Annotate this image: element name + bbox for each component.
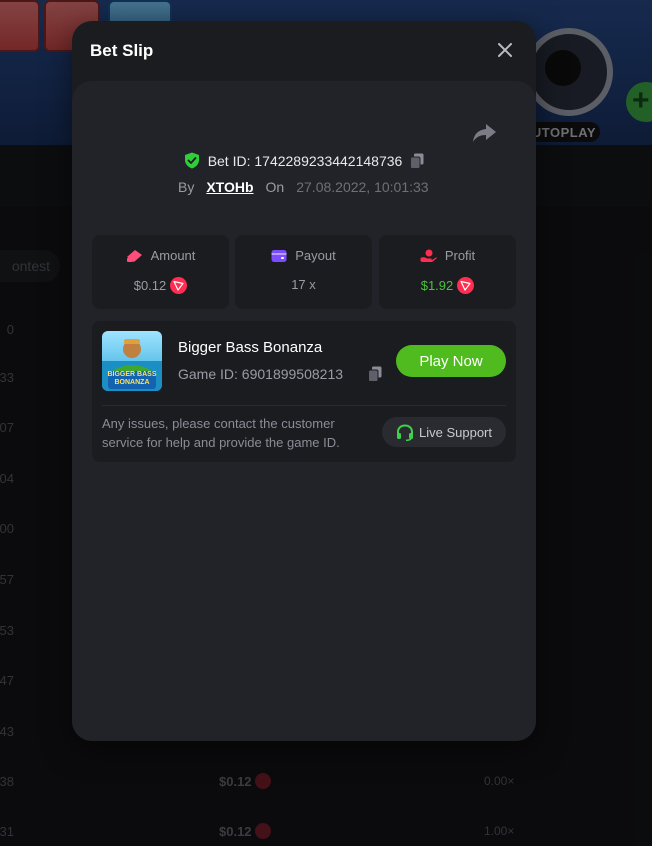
close-icon [498, 43, 512, 57]
game-name[interactable]: Bigger Bass Bonanza [178, 339, 322, 356]
game-card: BIGGER BASS BONANZA Bigger Bass Bonanza … [92, 321, 516, 462]
close-button[interactable] [494, 39, 516, 61]
support-message: Any issues, please contact the customer … [102, 416, 340, 450]
trx-coin-icon [457, 277, 475, 294]
game-thumbnail[interactable]: BIGGER BASS BONANZA [102, 331, 162, 391]
copy-game-id-button[interactable] [368, 366, 382, 382]
amount-label: Amount [150, 248, 196, 263]
bet-id-row: Bet ID: 1742289233442148736 [72, 152, 536, 169]
bet-details: Bet ID: 1742289233442148736 By XTOHb On … [72, 81, 536, 741]
payout-value: 17 x [291, 277, 316, 292]
payout-label: Payout [295, 248, 336, 263]
game-id: Game ID: 6901899508213 [178, 366, 344, 382]
bet-id-value: 1742289233442148736 [254, 152, 403, 169]
copy-bet-id-button[interactable] [410, 153, 424, 169]
wallet-icon [271, 249, 287, 262]
trx-coin-icon [170, 277, 188, 294]
profit-icon [420, 249, 437, 262]
bet-id-label: Bet ID: [207, 152, 251, 169]
modal-title: Bet Slip [90, 41, 154, 60]
amount-value-row: $0.12 [92, 277, 229, 294]
amount-card: Amount $0.12 [92, 235, 229, 309]
bet-date: 27.08.2022, 10:01:33 [296, 179, 429, 195]
bet-author-row: By XTOHb On 27.08.2022, 10:01:33 [178, 179, 429, 195]
amount-icon [126, 249, 142, 262]
profit-card: Profit $1.92 [379, 235, 516, 309]
profit-value: $1.92 [420, 278, 454, 293]
profit-header: Profit [379, 248, 516, 263]
play-now-button[interactable]: Play Now [396, 345, 506, 377]
on-label: On [265, 179, 285, 195]
profit-label: Profit [444, 248, 476, 263]
share-icon[interactable] [472, 121, 498, 145]
divider [102, 405, 506, 406]
payout-card: Payout 17 x [235, 235, 372, 309]
copy-icon [410, 153, 424, 169]
bet-slip-modal: Bet Slip Bet ID: 1742289233442148736 By … [72, 21, 536, 741]
amount-header: Amount [92, 248, 229, 263]
live-support-button[interactable]: Live Support [382, 417, 506, 447]
copy-icon [368, 366, 382, 382]
payout-header: Payout [235, 248, 372, 263]
bet-id-text: Bet ID: 1742289233442148736 [208, 153, 403, 169]
by-label: By [178, 179, 195, 195]
thumbnail-title: BIGGER BASS BONANZA [107, 371, 157, 386]
headset-icon [397, 423, 413, 441]
profit-value-row: $1.92 [379, 277, 516, 294]
live-support-label: Live Support [419, 424, 492, 440]
amount-value: $0.12 [133, 278, 167, 293]
shield-check-icon [184, 152, 199, 169]
payout-value-row: 17 x [235, 277, 372, 292]
username-link[interactable]: XTOHb [206, 179, 253, 195]
